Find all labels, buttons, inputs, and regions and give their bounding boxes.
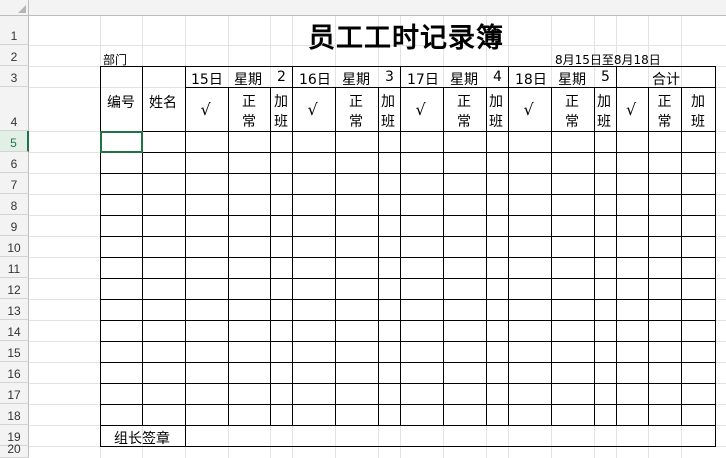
day-date: 15日: [191, 72, 223, 88]
sheet-title: 员工工时记录簿: [308, 23, 504, 54]
overtime-header: 加: [597, 94, 611, 110]
normal-hours-header: 常: [457, 114, 471, 130]
row-header-1[interactable]: 1: [0, 16, 29, 45]
day-date: 18日: [515, 72, 547, 88]
row-header-18[interactable]: 18: [0, 404, 29, 425]
row-header-11[interactable]: 11: [0, 257, 29, 278]
weekday-label: 星期: [342, 72, 370, 88]
row-header-17[interactable]: 17: [0, 383, 29, 404]
normal-hours-header: 常: [657, 114, 672, 130]
col-id-header: 编号: [107, 95, 135, 111]
normal-hours-header: 常: [565, 114, 579, 130]
row-header-20[interactable]: 20: [0, 442, 29, 458]
normal-hours-header: 正: [349, 94, 363, 110]
total-header: 合计: [652, 72, 680, 88]
col-name-header: 姓名: [149, 95, 177, 111]
overtime-header: 加: [274, 94, 288, 110]
overtime-header: 班: [381, 114, 395, 130]
overtime-header: 班: [489, 114, 503, 130]
row-header-7[interactable]: 7: [0, 173, 29, 194]
row-header-16[interactable]: 16: [0, 362, 29, 383]
check-mark: √: [415, 100, 426, 119]
weekday-num: 3: [385, 69, 394, 85]
overtime-header: 班: [691, 114, 705, 130]
row-header-3[interactable]: 3: [0, 66, 29, 87]
row-header-4[interactable]: 4: [0, 87, 29, 131]
weekday-num: 4: [493, 69, 502, 85]
weekday-num: 5: [601, 69, 610, 85]
active-cell-A5[interactable]: [100, 131, 143, 153]
normal-hours-header: 正: [457, 94, 471, 110]
select-all-corner[interactable]: [0, 0, 29, 16]
check-mark: √: [626, 100, 637, 119]
row-header-13[interactable]: 13: [0, 299, 29, 320]
column-header-bar: [0, 0, 726, 16]
day-date: 16日: [299, 72, 331, 88]
check-mark: √: [200, 100, 211, 119]
normal-hours-header: 常: [242, 114, 256, 130]
row-header-5[interactable]: 5: [0, 131, 29, 152]
day-date: 17日: [407, 72, 439, 88]
check-mark: √: [523, 100, 534, 119]
row-header-6[interactable]: 6: [0, 152, 29, 173]
signature-label: 组长签章: [114, 431, 170, 447]
weekday-label: 星期: [558, 72, 586, 88]
weekday-label: 星期: [450, 72, 478, 88]
row-header-8[interactable]: 8: [0, 194, 29, 215]
overtime-header: 班: [274, 114, 288, 130]
overtime-header: 加: [381, 94, 395, 110]
check-mark: √: [307, 100, 318, 119]
row-header-2[interactable]: 2: [0, 45, 29, 66]
normal-hours-header: 正: [657, 94, 672, 110]
overtime-header: 加: [691, 94, 705, 110]
overtime-header: 加: [489, 94, 503, 110]
row-header-14[interactable]: 14: [0, 320, 29, 341]
normal-hours-header: 正: [242, 94, 256, 110]
row-header-15[interactable]: 15: [0, 341, 29, 362]
overtime-header: 班: [597, 114, 611, 130]
normal-hours-header: 正: [565, 94, 579, 110]
weekday-label: 星期: [234, 72, 262, 88]
row-header-10[interactable]: 10: [0, 236, 29, 257]
normal-hours-header: 常: [349, 114, 363, 130]
row-header-12[interactable]: 12: [0, 278, 29, 299]
weekday-num: 2: [277, 69, 286, 85]
row-header-9[interactable]: 9: [0, 215, 29, 236]
